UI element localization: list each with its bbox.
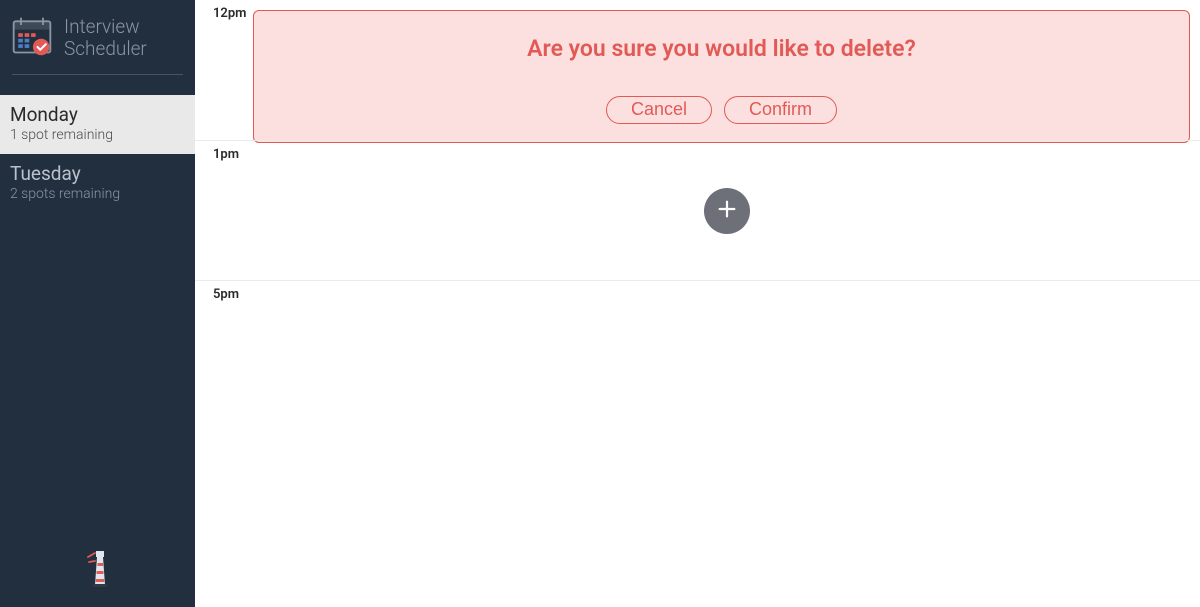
sidebar: Interview Scheduler Monday 1 spot remain…	[0, 0, 195, 607]
day-spots: 2 spots remaining	[10, 185, 185, 203]
schedule: 12pm Are you sure you would like to dele…	[195, 0, 1200, 607]
sidebar-day-monday[interactable]: Monday 1 spot remaining	[0, 95, 195, 154]
day-name: Monday	[10, 105, 185, 126]
plus-icon	[716, 198, 738, 223]
app-logo: Interview Scheduler	[0, 0, 195, 74]
app-title-line2: Scheduler	[64, 38, 147, 60]
sidebar-day-tuesday[interactable]: Tuesday 2 spots remaining	[0, 154, 195, 213]
time-label: 5pm	[213, 287, 239, 302]
calendar-check-icon	[10, 14, 54, 62]
day-spots: 1 spot remaining	[10, 126, 185, 144]
add-appointment-button[interactable]	[704, 188, 750, 234]
footer-logo	[0, 549, 195, 591]
app-title-line1: Interview	[64, 16, 147, 38]
cancel-button[interactable]: Cancel	[606, 96, 712, 123]
confirm-button[interactable]: Confirm	[724, 96, 837, 123]
app-title: Interview Scheduler	[64, 16, 147, 60]
time-label: 12pm	[213, 6, 246, 21]
day-list: Monday 1 spot remaining Tuesday 2 spots …	[0, 95, 195, 213]
confirm-message: Are you sure you would like to delete?	[527, 35, 916, 62]
timeslot-5pm: 5pm	[195, 280, 1200, 320]
timeslot-1pm: 1pm	[195, 140, 1200, 280]
divider	[12, 74, 183, 75]
delete-confirm-card: Are you sure you would like to delete? C…	[253, 10, 1190, 142]
day-name: Tuesday	[10, 164, 185, 185]
time-label: 1pm	[213, 147, 239, 162]
confirm-actions: Cancel Confirm	[606, 96, 837, 123]
timeslot-12pm: 12pm Are you sure you would like to dele…	[195, 0, 1200, 140]
lighthouse-icon	[85, 549, 111, 591]
